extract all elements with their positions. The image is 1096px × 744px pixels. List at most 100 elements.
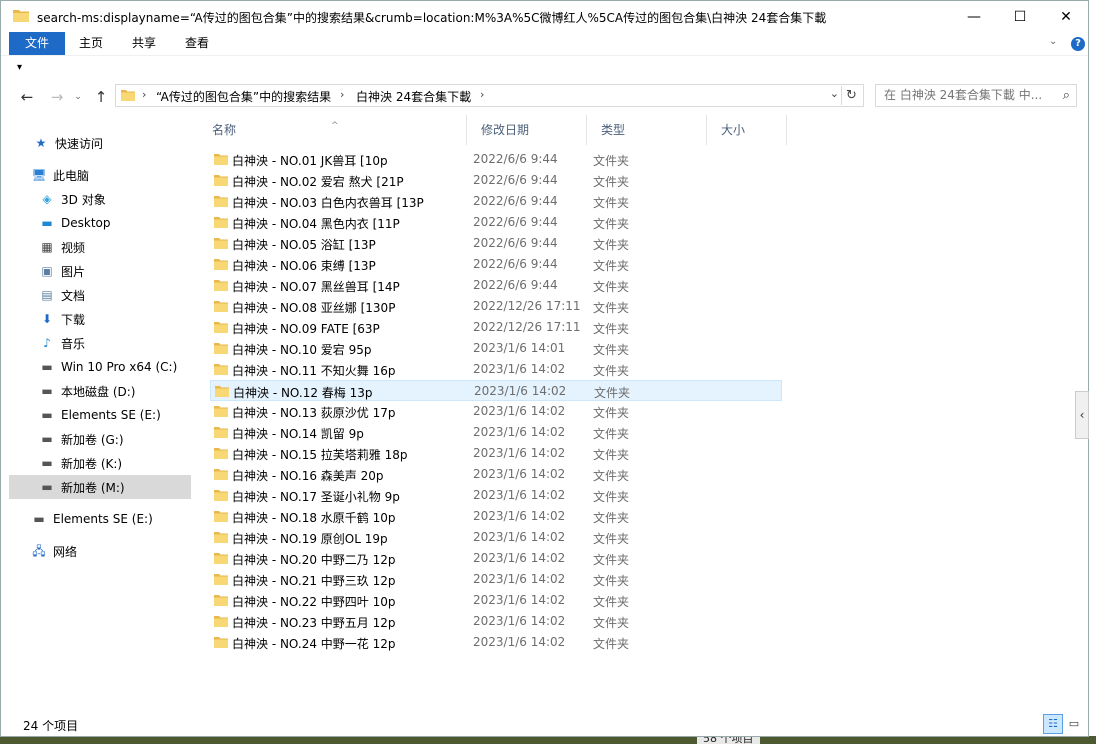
table-row[interactable]: 白神泱 - NO.09 FATE [63P 2022/12/26 17:11 文件夹 xyxy=(210,317,782,338)
file-modified-date: 2023/1/6 14:02 xyxy=(474,384,567,398)
table-row[interactable]: 白神泱 - NO.04 黑色内衣 [11P 2022/6/6 9:44 文件夹 xyxy=(210,212,782,233)
sidebar-item-label: 网络 xyxy=(53,544,78,559)
file-type: 文件夹 xyxy=(593,574,630,588)
table-row[interactable]: 白神泱 - NO.19 原创OL 19p 2023/1/6 14:02 文件夹 xyxy=(210,527,782,548)
folder-icon xyxy=(214,238,228,249)
table-row[interactable]: 白神泱 - NO.01 JK兽耳 [10p 2022/6/6 9:44 文件夹 xyxy=(210,149,782,170)
sidebar-item-cube[interactable]: ◈ 3D 对象 xyxy=(1,187,191,211)
table-row[interactable]: 白神泱 - NO.21 中野三玖 12p 2023/1/6 14:02 文件夹 xyxy=(210,569,782,590)
folder-icon xyxy=(214,196,228,207)
folder-icon xyxy=(214,280,228,291)
column-header-size[interactable]: 大小 xyxy=(707,115,787,145)
customize-toolbar-icon[interactable]: ▾ xyxy=(17,62,22,73)
file-type: 文件夹 xyxy=(593,448,630,462)
table-row[interactable]: 白神泱 - NO.13 荻原沙优 17p 2023/1/6 14:02 文件夹 xyxy=(210,401,782,422)
file-name: 白神泱 - NO.14 凯留 9p xyxy=(232,427,364,441)
refresh-button[interactable]: ↻ xyxy=(841,86,861,105)
sidebar-item-pictures[interactable]: ▣ 图片 xyxy=(1,259,191,283)
file-type: 文件夹 xyxy=(593,595,630,609)
sidebar-item-drive[interactable]: ▬ Elements SE (E:) xyxy=(1,403,191,427)
sidebar-item-drive[interactable]: ▬ 新加卷 (K:) xyxy=(1,451,191,475)
sidebar-item-label: 新加卷 (M:) xyxy=(61,480,125,495)
file-type: 文件夹 xyxy=(593,532,630,546)
file-name: 白神泱 - NO.12 春梅 13p xyxy=(233,386,373,400)
address-bar[interactable]: › “A传过的图包合集”中的搜索结果 › 白神泱 24套合集下載 › ⌄ ↻ xyxy=(115,84,864,107)
sidebar-item-drive[interactable]: ▬ 本地磁盘 (D:) xyxy=(1,379,191,403)
sidebar-item-video[interactable]: ▦ 视频 xyxy=(1,235,191,259)
help-icon[interactable]: ? xyxy=(1071,37,1085,51)
search-icon[interactable]: ⌕ xyxy=(1063,88,1070,103)
table-row[interactable]: 白神泱 - NO.10 爱宕 95p 2023/1/6 14:01 文件夹 xyxy=(210,338,782,359)
file-modified-date: 2023/1/6 14:02 xyxy=(473,446,566,460)
up-button[interactable]: ↑ xyxy=(91,87,111,107)
tab-view[interactable]: 查看 xyxy=(171,32,223,55)
folder-icon xyxy=(214,637,228,648)
sidebar-item-network[interactable]: 🖧 网络 xyxy=(1,539,191,563)
tab-home[interactable]: 主页 xyxy=(67,32,115,55)
details-view-button[interactable]: ☷ xyxy=(1043,714,1063,734)
folder-icon xyxy=(214,364,228,375)
music-icon: ♪ xyxy=(43,336,51,350)
table-row[interactable]: 白神泱 - NO.23 中野五月 12p 2023/1/6 14:02 文件夹 xyxy=(210,611,782,632)
file-modified-date: 2023/1/6 14:02 xyxy=(473,362,566,376)
table-row[interactable]: 白神泱 - NO.02 爱宕 熬犬 [21P 2022/6/6 9:44 文件夹 xyxy=(210,170,782,191)
file-modified-date: 2023/1/6 14:02 xyxy=(473,551,566,565)
expand-ribbon-chevron-icon[interactable]: ⌄ xyxy=(1049,36,1057,47)
file-name: 白神泱 - NO.13 荻原沙优 17p xyxy=(232,406,396,420)
table-row[interactable]: 白神泱 - NO.22 中野四叶 10p 2023/1/6 14:02 文件夹 xyxy=(210,590,782,611)
table-row[interactable]: 白神泱 - NO.24 中野一花 12p 2023/1/6 14:02 文件夹 xyxy=(210,632,782,653)
sidebar-item-drive[interactable]: ▬ 新加卷 (G:) xyxy=(1,427,191,451)
file-name: 白神泱 - NO.23 中野五月 12p xyxy=(232,616,396,630)
sidebar-item-star[interactable]: ★ 快速访问 xyxy=(1,131,191,155)
sidebar-item-download[interactable]: ⬇ 下载 xyxy=(1,307,191,331)
sidebar-item-desktop[interactable]: ▬ Desktop xyxy=(1,211,191,235)
breadcrumb-current-folder[interactable]: 白神泱 24套合集下載 xyxy=(356,88,471,105)
expand-pane-button[interactable]: ‹ xyxy=(1075,391,1089,439)
table-row[interactable]: 白神泱 - NO.20 中野二乃 12p 2023/1/6 14:02 文件夹 xyxy=(210,548,782,569)
table-row[interactable]: 白神泱 - NO.15 拉芙塔莉雅 18p 2023/1/6 14:02 文件夹 xyxy=(210,443,782,464)
close-button[interactable]: ✕ xyxy=(1043,1,1089,32)
table-row[interactable]: 白神泱 - NO.16 森美声 20p 2023/1/6 14:02 文件夹 xyxy=(210,464,782,485)
sidebar-item-usb-drive[interactable]: ▬ Elements SE (E:) xyxy=(1,507,191,531)
large-icons-view-button[interactable]: ▭ xyxy=(1065,715,1083,733)
sidebar-item-drive[interactable]: ▬ 新加卷 (M:) xyxy=(9,475,191,499)
table-row[interactable]: 白神泱 - NO.18 水原千鹤 10p 2023/1/6 14:02 文件夹 xyxy=(210,506,782,527)
tab-file[interactable]: 文件 xyxy=(9,32,65,55)
file-modified-date: 2023/1/6 14:02 xyxy=(473,509,566,523)
window-title: search-ms:displayname=“A传过的图包合集”中的搜索结果&c… xyxy=(37,11,827,25)
maximize-button[interactable]: ☐ xyxy=(997,1,1043,32)
breadcrumb-separator[interactable]: › xyxy=(480,88,484,101)
drive-icon: ▬ xyxy=(41,480,53,494)
file-name: 白神泱 - NO.06 束缚 [13P xyxy=(232,259,376,273)
breadcrumb-search-results[interactable]: “A传过的图包合集”中的搜索结果 xyxy=(156,88,331,105)
breadcrumb-separator[interactable]: › xyxy=(142,88,146,101)
table-row[interactable]: 白神泱 - NO.07 黑丝兽耳 [14P 2022/6/6 9:44 文件夹 xyxy=(210,275,782,296)
sidebar-item-computer[interactable]: 🖥 此电脑 xyxy=(1,163,191,187)
folder-icon xyxy=(214,154,228,165)
table-row[interactable]: 白神泱 - NO.08 亚丝娜 [130P 2022/12/26 17:11 文件夹 xyxy=(210,296,782,317)
table-row[interactable]: 白神泱 - NO.17 圣诞小礼物 9p 2023/1/6 14:02 文件夹 xyxy=(210,485,782,506)
sidebar-item-system-drive[interactable]: ▬ Win 10 Pro x64 (C:) xyxy=(1,355,191,379)
tab-share[interactable]: 共享 xyxy=(119,32,169,55)
recent-locations-chevron-icon[interactable]: ⌄ xyxy=(71,87,85,107)
table-row[interactable]: 白神泱 - NO.14 凯留 9p 2023/1/6 14:02 文件夹 xyxy=(210,422,782,443)
status-bar: 24 个项目 ☷ ▭ xyxy=(1,711,1088,737)
address-dropdown-icon[interactable]: ⌄ xyxy=(830,87,839,100)
forward-button[interactable]: → xyxy=(47,87,67,107)
column-header-modified[interactable]: 修改日期 xyxy=(467,115,587,145)
folder-icon xyxy=(214,511,228,522)
column-header-name[interactable]: 名称 ^ xyxy=(198,115,467,145)
sidebar-item-music[interactable]: ♪ 音乐 xyxy=(1,331,191,355)
breadcrumb-separator[interactable]: › xyxy=(340,88,344,101)
column-header-type[interactable]: 类型 xyxy=(587,115,707,145)
back-button[interactable]: ← xyxy=(17,87,37,107)
table-row[interactable]: 白神泱 - NO.12 春梅 13p 2023/1/6 14:02 文件夹 xyxy=(210,380,782,401)
table-row[interactable]: 白神泱 - NO.06 束缚 [13P 2022/6/6 9:44 文件夹 xyxy=(210,254,782,275)
search-input[interactable] xyxy=(884,88,1054,102)
table-row[interactable]: 白神泱 - NO.11 不知火舞 16p 2023/1/6 14:02 文件夹 xyxy=(210,359,782,380)
minimize-button[interactable]: — xyxy=(951,1,997,32)
sidebar-item-documents[interactable]: ▤ 文档 xyxy=(1,283,191,307)
file-modified-date: 2023/1/6 14:02 xyxy=(473,488,566,502)
table-row[interactable]: 白神泱 - NO.05 浴缸 [13P 2022/6/6 9:44 文件夹 xyxy=(210,233,782,254)
table-row[interactable]: 白神泱 - NO.03 白色内衣兽耳 [13P 2022/6/6 9:44 文件夹 xyxy=(210,191,782,212)
